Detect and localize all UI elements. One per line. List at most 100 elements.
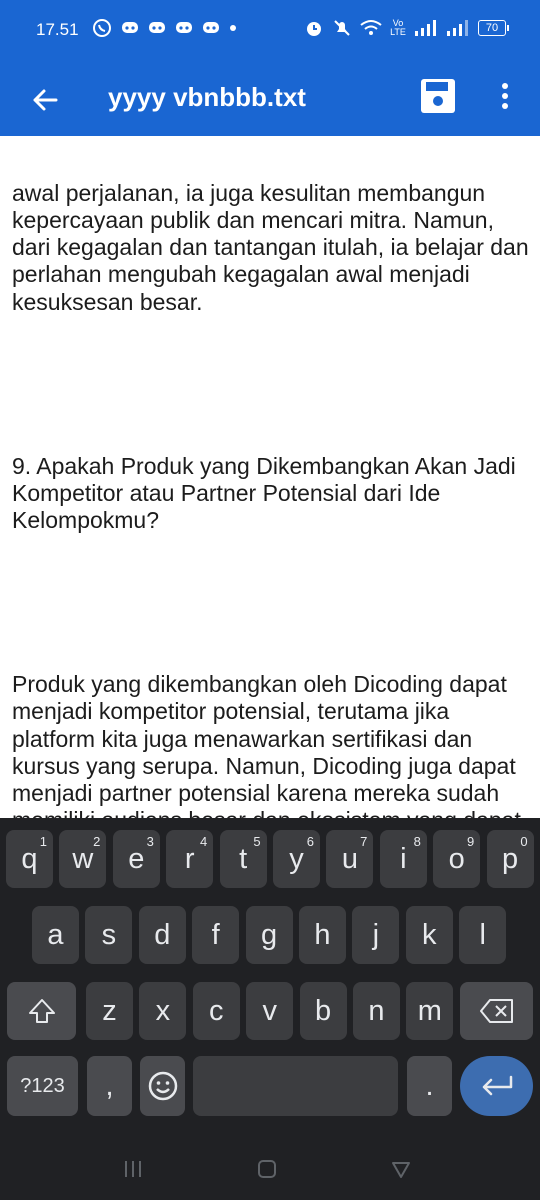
key-r[interactable]: r4	[166, 830, 214, 888]
volte-label: Vo LTE	[390, 18, 406, 37]
key-i[interactable]: i8	[379, 830, 427, 888]
key-s[interactable]: s	[85, 906, 133, 964]
more-vert-icon	[502, 83, 508, 109]
backspace-key[interactable]	[460, 982, 533, 1040]
key-hint: 0	[520, 834, 528, 849]
document-paragraph: Produk yang dikembangkan oleh Dicoding d…	[12, 670, 521, 818]
emoji-icon	[148, 1071, 177, 1101]
key-label: e	[128, 842, 145, 875]
battery-icon: 70	[478, 20, 509, 36]
comma-key-label: ,	[105, 1069, 114, 1102]
space-key[interactable]	[193, 1056, 398, 1116]
back-button[interactable]	[26, 80, 66, 120]
key-g[interactable]: g	[245, 906, 293, 964]
key-label: r	[184, 842, 195, 875]
recent-apps-icon[interactable]	[122, 1158, 144, 1180]
navigation-bar	[0, 1140, 540, 1200]
comma-key[interactable]: ,	[87, 1056, 132, 1116]
key-label: y	[289, 842, 304, 875]
key-hint: 3	[146, 834, 154, 849]
key-label: x	[155, 994, 171, 1027]
discord-icon	[176, 22, 192, 33]
backspace-icon	[479, 999, 513, 1023]
key-t[interactable]: t5	[219, 830, 267, 888]
key-hint: 9	[466, 834, 475, 849]
key-label: p	[502, 842, 519, 875]
more-options-button[interactable]	[490, 76, 520, 116]
system-icons: Vo LTE 70	[304, 18, 509, 38]
shift-icon	[28, 999, 55, 1023]
key-z[interactable]: z	[86, 982, 133, 1040]
key-x[interactable]: x	[139, 982, 187, 1040]
key-h[interactable]: h	[299, 906, 346, 964]
key-label: l	[479, 918, 486, 951]
document-content[interactable]: awal perjalanan, ia juga kesulitan memba…	[12, 136, 532, 818]
key-j[interactable]: j	[352, 906, 400, 964]
key-hint: 6	[306, 834, 314, 849]
home-icon[interactable]	[256, 1158, 278, 1180]
key-c[interactable]: c	[192, 982, 240, 1040]
discord-icon	[149, 22, 165, 33]
enter-icon	[482, 1075, 512, 1096]
key-hint: 4	[199, 834, 208, 849]
key-w[interactable]: w2	[59, 830, 107, 888]
app-bar: yyyy vbnbbb.txt	[0, 62, 540, 136]
key-q[interactable]: q1	[6, 830, 53, 888]
signal-icon	[415, 20, 436, 36]
key-label: v	[262, 994, 277, 1027]
key-l[interactable]: l	[459, 906, 507, 964]
key-u[interactable]: u7	[326, 830, 374, 888]
save-icon	[421, 79, 455, 113]
key-hint: 1	[39, 834, 47, 849]
status-bar: 17.51 Vo LTE 70	[0, 0, 540, 62]
more-notifications-dot-icon	[230, 25, 236, 31]
shift-key[interactable]	[7, 982, 76, 1040]
key-f[interactable]: f	[192, 906, 240, 964]
document-title: yyyy vbnbbb.txt	[108, 82, 306, 112]
key-v[interactable]: v	[246, 982, 294, 1040]
wifi-icon	[360, 20, 382, 35]
key-label: u	[341, 842, 358, 875]
period-key-label: .	[425, 1069, 434, 1102]
key-label: k	[422, 918, 437, 951]
key-y[interactable]: y6	[273, 830, 320, 888]
mute-icon	[334, 20, 350, 36]
key-label: d	[154, 918, 171, 951]
symbols-key[interactable]: ?123	[7, 1056, 78, 1116]
text-editor[interactable]: awal perjalanan, ia juga kesulitan memba…	[0, 136, 540, 818]
enter-key[interactable]	[460, 1056, 533, 1116]
key-label: b	[315, 994, 332, 1027]
back-nav-icon[interactable]	[390, 1158, 412, 1180]
key-e[interactable]: e3	[112, 830, 160, 888]
key-label: n	[368, 994, 385, 1027]
key-label: c	[209, 994, 224, 1027]
key-label: t	[239, 842, 248, 875]
notification-icons	[92, 18, 237, 38]
key-label: o	[448, 842, 465, 875]
document-paragraph: awal perjalanan, ia juga kesulitan memba…	[12, 179, 536, 315]
document-paragraph: 9. Apakah Produk yang Dikembangkan Akan …	[12, 452, 523, 534]
emoji-key[interactable]	[140, 1056, 185, 1116]
arrow-left-icon	[33, 89, 58, 111]
key-hint: 8	[413, 834, 421, 849]
key-k[interactable]: k	[405, 906, 453, 964]
key-o[interactable]: o9	[433, 830, 481, 888]
key-n[interactable]: n	[353, 982, 400, 1040]
key-label: f	[211, 918, 220, 951]
key-label: m	[417, 994, 442, 1027]
key-a[interactable]: a	[32, 906, 79, 964]
discord-icon	[122, 22, 138, 33]
symbols-key-label: ?123	[20, 1074, 65, 1097]
period-key[interactable]: .	[407, 1056, 452, 1116]
status-time: 17.51	[36, 20, 79, 39]
key-d[interactable]: d	[138, 906, 186, 964]
key-hint: 5	[253, 834, 261, 849]
key-b[interactable]: b	[299, 982, 347, 1040]
discord-icon	[203, 22, 219, 33]
key-label: h	[314, 918, 331, 951]
key-label: q	[21, 842, 38, 875]
key-m[interactable]: m	[406, 982, 454, 1040]
save-button[interactable]	[418, 76, 458, 116]
key-p[interactable]: p0	[486, 830, 534, 888]
key-label: i	[400, 842, 407, 875]
